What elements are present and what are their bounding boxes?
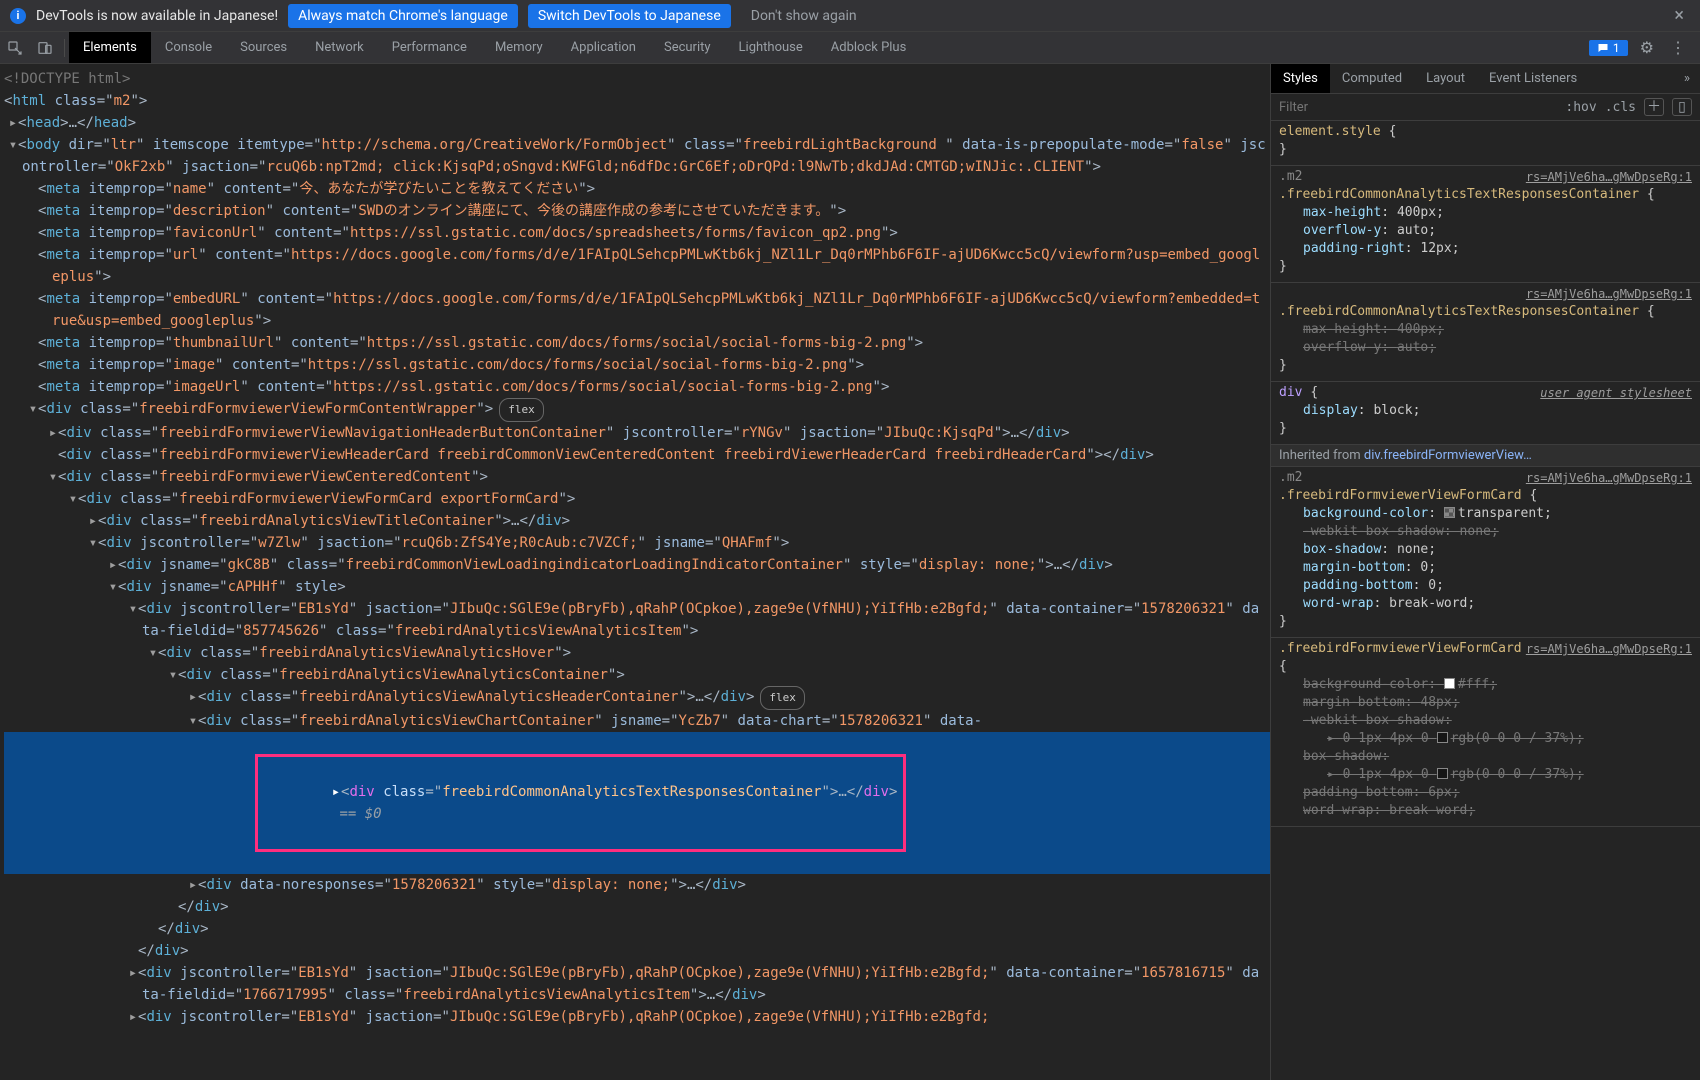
style-rule-4[interactable]: rs=AMjVe6ha…gMwDpseRg:1 .freebirdFormvie…	[1271, 638, 1700, 827]
tab-elements[interactable]: Elements	[69, 32, 151, 63]
tab-application[interactable]: Application	[557, 32, 650, 63]
styles-filter-input[interactable]	[1279, 100, 1557, 115]
style-rule-ua[interactable]: user agent stylesheet div { display: blo…	[1271, 382, 1700, 445]
console-message-count[interactable]: 1	[1589, 40, 1628, 56]
tab-performance[interactable]: Performance	[378, 32, 481, 63]
cls-toggle[interactable]: .cls	[1605, 100, 1636, 115]
sidebar-more-icon[interactable]: »	[1674, 71, 1700, 86]
inspect-element-icon[interactable]	[0, 33, 30, 63]
infobar-close-icon[interactable]: ×	[1668, 5, 1690, 26]
selected-dom-node[interactable]: ▸<div class="freebirdCommonAnalyticsText…	[4, 732, 1270, 874]
devtools-infobar: i DevTools is now available in Japanese!…	[0, 0, 1700, 32]
main-tabs: Elements Console Sources Network Perform…	[69, 32, 920, 63]
new-style-rule-icon[interactable]: ＋	[1644, 98, 1664, 116]
color-swatch-white[interactable]	[1444, 678, 1455, 689]
tab-adblock[interactable]: Adblock Plus	[817, 32, 921, 63]
switch-devtools-language-button[interactable]: Switch DevTools to Japanese	[528, 4, 731, 28]
style-rules-list: element.style { } rs=AMjVe6ha…gMwDpseRg:…	[1271, 121, 1700, 1080]
style-rule-element[interactable]: element.style { }	[1271, 121, 1700, 166]
hov-toggle[interactable]: :hov	[1565, 100, 1596, 115]
tab-network[interactable]: Network	[301, 32, 378, 63]
tab-console[interactable]: Console	[151, 32, 226, 63]
ua-label: user agent stylesheet	[1540, 384, 1692, 402]
sidetab-events[interactable]: Event Listeners	[1477, 64, 1589, 93]
source-link[interactable]: rs=AMjVe6ha…gMwDpseRg:1	[1526, 285, 1692, 303]
style-rule-3[interactable]: rs=AMjVe6ha…gMwDpseRg:1 .m2 .freebirdFor…	[1271, 467, 1700, 638]
style-rule-2[interactable]: rs=AMjVe6ha…gMwDpseRg:1 .freebirdCommonA…	[1271, 283, 1700, 382]
tab-security[interactable]: Security	[650, 32, 725, 63]
sidetab-computed[interactable]: Computed	[1330, 64, 1414, 93]
infobar-message: DevTools is now available in Japanese!	[36, 8, 278, 24]
selected-eq0: == $0	[331, 806, 382, 822]
sidebar-tabs: Styles Computed Layout Event Listeners »	[1271, 64, 1700, 94]
inherited-from-bar: Inherited from div.freebirdFormviewerVie…	[1271, 445, 1700, 467]
source-link[interactable]: rs=AMjVe6ha…gMwDpseRg:1	[1526, 168, 1692, 186]
message-count-value: 1	[1613, 41, 1620, 55]
tab-sources[interactable]: Sources	[226, 32, 301, 63]
always-match-language-button[interactable]: Always match Chrome's language	[288, 4, 518, 28]
dont-show-again-button[interactable]: Don't show again	[741, 4, 867, 28]
dom-doctype: <!DOCTYPE html>	[4, 71, 130, 87]
sidebar-layout-toggle-icon[interactable]: ▯	[1672, 98, 1692, 116]
layout-badge-flex[interactable]: flex	[760, 686, 805, 710]
elements-dom-tree[interactable]: <!DOCTYPE html> <html class="m2"> ▸<head…	[0, 64, 1270, 1080]
info-icon: i	[10, 8, 26, 24]
layout-badge-flex[interactable]: flex	[499, 398, 544, 422]
devtools-toolbar: Elements Console Sources Network Perform…	[0, 32, 1700, 64]
sidetab-styles[interactable]: Styles	[1271, 64, 1330, 93]
source-link[interactable]: rs=AMjVe6ha…gMwDpseRg:1	[1526, 469, 1692, 487]
separator	[64, 39, 65, 57]
tab-memory[interactable]: Memory	[481, 32, 557, 63]
source-link[interactable]: rs=AMjVe6ha…gMwDpseRg:1	[1526, 640, 1692, 658]
style-rule-1[interactable]: rs=AMjVe6ha…gMwDpseRg:1 .m2 .freebirdCom…	[1271, 166, 1700, 283]
device-toolbar-icon[interactable]	[30, 33, 60, 63]
settings-gear-icon[interactable]: ⚙	[1636, 38, 1658, 57]
styles-filterbar: :hov .cls ＋ ▯	[1271, 94, 1700, 121]
tab-lighthouse[interactable]: Lighthouse	[725, 32, 817, 63]
color-swatch-transparent[interactable]	[1444, 507, 1455, 518]
color-swatch-shadow[interactable]	[1437, 732, 1448, 743]
styles-sidebar: Styles Computed Layout Event Listeners »…	[1270, 64, 1700, 1080]
sidetab-layout[interactable]: Layout	[1414, 64, 1477, 93]
color-swatch-shadow[interactable]	[1437, 768, 1448, 779]
more-menu-icon[interactable]: ⋮	[1666, 38, 1690, 57]
